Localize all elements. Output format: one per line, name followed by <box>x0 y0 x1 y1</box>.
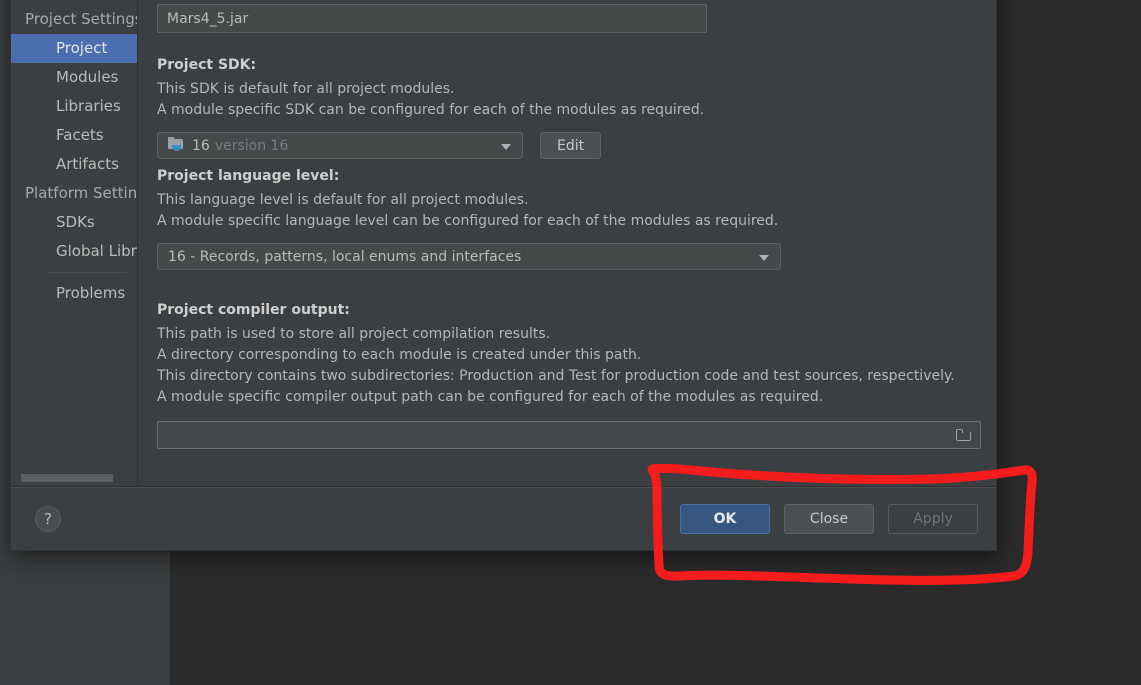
sidebar-item-project[interactable]: Project <box>11 34 137 63</box>
project-settings-content: Mars4_5.jar Project SDK: This SDK is def… <box>138 0 996 486</box>
dialog-body: Project Settings Project Modules Librari… <box>11 0 996 487</box>
sidebar-group-label: Platform Settings <box>25 184 137 202</box>
sidebar-scrollbar-thumb[interactable] <box>21 474 113 482</box>
project-sdk-title: Project SDK: <box>157 57 257 73</box>
project-sdk-desc-1: This SDK is default for all project modu… <box>157 81 455 97</box>
chevron-down-icon <box>501 143 511 150</box>
compiler-output-desc-1: This path is used to store all project c… <box>157 326 551 342</box>
language-level-combo[interactable]: 16 - Records, patterns, local enums and … <box>157 243 781 270</box>
sidebar-horizontal-scrollbar[interactable] <box>11 473 137 482</box>
language-level-desc-2: A module specific language level can be … <box>157 213 779 229</box>
project-sdk-combo[interactable]: 16 version 16 <box>157 132 523 159</box>
sidebar-item-modules[interactable]: Modules <box>11 63 137 92</box>
project-sdk-name: 16 <box>192 137 210 154</box>
folder-browse-icon[interactable] <box>956 429 971 441</box>
footer-actions: OK Close Apply <box>680 504 978 534</box>
sidebar-item-label: Problems <box>56 284 126 302</box>
close-button[interactable]: Close <box>784 504 874 534</box>
sidebar-item-label: Facets <box>56 126 104 144</box>
project-name-value: Mars4_5.jar <box>167 10 249 27</box>
edit-sdk-button[interactable]: Edit <box>540 132 602 159</box>
apply-button[interactable]: Apply <box>888 504 978 534</box>
language-level-title: Project language level: <box>157 168 340 184</box>
language-level-desc-1: This language level is default for all p… <box>157 192 529 208</box>
compiler-output-desc-3: This directory contains two subdirectori… <box>157 368 955 384</box>
project-structure-dialog: Project Settings Project Modules Librari… <box>10 0 997 551</box>
chevron-down-icon <box>759 254 769 261</box>
sidebar-item-global-libraries[interactable]: Global Libraries <box>11 237 137 266</box>
compiler-output-path-input[interactable] <box>157 421 981 449</box>
project-language-level-section: Project language level: This language le… <box>157 168 996 270</box>
project-name-input[interactable]: Mars4_5.jar <box>157 4 707 33</box>
sidebar-group-label: Project Settings <box>25 10 137 28</box>
compiler-output-title: Project compiler output: <box>157 302 350 318</box>
sidebar-item-artifacts[interactable]: Artifacts <box>11 150 137 179</box>
sidebar-item-libraries[interactable]: Libraries <box>11 92 137 121</box>
sidebar-item-label: Global Libraries <box>56 242 137 260</box>
language-level-value: 16 - Records, patterns, local enums and … <box>168 248 522 265</box>
project-sdk-version: version 16 <box>214 137 289 154</box>
compiler-output-desc-2: A directory corresponding to each module… <box>157 347 642 363</box>
project-compiler-output-section: Project compiler output: This path is us… <box>157 302 996 449</box>
screen: Project Settings Project Modules Librari… <box>0 0 1141 685</box>
sidebar-item-sdks[interactable]: SDKs <box>11 208 137 237</box>
sidebar-item-label: Artifacts <box>56 155 119 173</box>
project-sdk-desc-2: A module specific SDK can be configured … <box>157 102 705 118</box>
dialog-footer: ? OK Close Apply <box>11 487 996 550</box>
sidebar-divider <box>47 272 127 273</box>
settings-sidebar[interactable]: Project Settings Project Modules Librari… <box>11 0 138 486</box>
sidebar-item-problems[interactable]: Problems <box>11 279 137 308</box>
sidebar-group-platform-settings: Platform Settings <box>11 179 137 208</box>
sidebar-item-label: Project <box>56 39 108 57</box>
sidebar-item-label: Libraries <box>56 97 121 115</box>
project-sdk-row: 16 version 16 Edit <box>157 132 996 159</box>
ok-button[interactable]: OK <box>680 504 770 534</box>
compiler-output-desc-4: A module specific compiler output path c… <box>157 389 824 405</box>
java-sdk-icon <box>168 137 185 153</box>
sidebar-item-facets[interactable]: Facets <box>11 121 137 150</box>
sidebar-item-label: Modules <box>56 68 119 86</box>
sidebar-item-label: SDKs <box>56 213 95 231</box>
project-sdk-section: Project SDK: This SDK is default for all… <box>157 57 996 159</box>
sidebar-group-project-settings: Project Settings <box>11 5 137 34</box>
help-button[interactable]: ? <box>35 506 61 532</box>
